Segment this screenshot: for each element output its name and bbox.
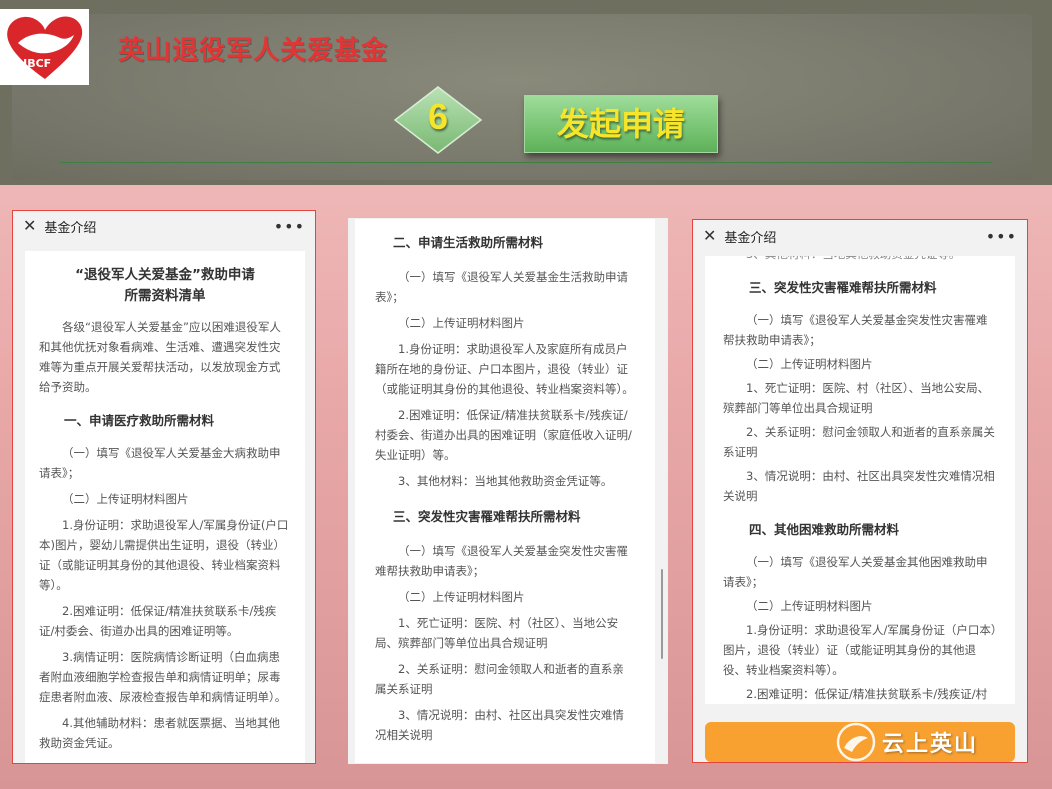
section-heading: 三、突发性灾害罹难帮扶所需材料 <box>749 280 937 295</box>
watermark-text: 云上英山 <box>882 731 979 757</box>
more-dots-icon[interactable]: ••• <box>986 227 1017 246</box>
close-icon[interactable]: ✕ <box>703 228 716 244</box>
phone-panel-left: ✕ 基金介绍 ••• “退役军人关爱基金”救助申请 所需资料清单 各级“退役军人… <box>12 210 316 764</box>
phone-panel-middle: 二、申请生活救助所需材料 （一）填写《退役军人关爱基金生活救助申请表》； （二）… <box>348 218 668 764</box>
panel-topbar: ✕ 基金介绍 ••• <box>693 220 1027 252</box>
step-number: 6 <box>427 96 449 137</box>
phone-panel-right: ✕ 基金介绍 ••• 3、其他材料：当地其他救助资金凭证等。 三、突发性灾害罹难… <box>692 219 1028 763</box>
doc-paragraph: 3、其他材料：当地其他救助资金凭证等。 <box>398 474 613 488</box>
doc-paragraph: 2.困难证明：低保证/精准扶贫联系卡/残疾证/村委会、街道办出具的困难证明（家庭… <box>375 408 632 462</box>
document-content: 3、其他材料：当地其他救助资金凭证等。 三、突发性灾害罹难帮扶所需材料 （一）填… <box>705 256 1015 704</box>
doc-paragraph: 1.身份证明：求助退役军人/军属身份证(户口本)图片，婴幼儿需提供出生证明，退役… <box>39 518 289 592</box>
doc-paragraph: 3.病情证明：医院病情诊断证明（白血病患者附血液细胞学检查报告单和病情证明单；尿… <box>39 650 287 704</box>
panel-title: 基金介绍 <box>724 230 777 246</box>
doc-paragraph: （一）填写《退役军人关爱基金突发性灾害罹难帮扶救助申请表》； <box>723 313 988 347</box>
doc-paragraph: 1.身份证明：求助退役军人及家庭所有成员户籍所在地的身份证、户口本图片，退役（转… <box>375 342 634 396</box>
doc-intro: 各级“退役军人关爱基金”应以困难退役军人和其他优抚对象看病难、生活难、遭遇突发性… <box>39 320 281 394</box>
section-heading: 一、申请医疗救助所需材料 <box>64 413 215 428</box>
doc-paragraph: 2、关系证明：慰问金领取人和逝者的直系亲属关系证明 <box>375 662 624 696</box>
doc-paragraph: （二）上传证明材料图片 <box>62 492 189 506</box>
doc-paragraph-partial: 3、其他材料：当地其他救助资金凭证等。 <box>723 256 997 264</box>
doc-paragraph: 4.其他辅助材料：患者就医票据、当地其他救助资金凭证。 <box>39 716 280 750</box>
hbcf-logo: HBCF <box>0 9 89 85</box>
doc-paragraph: 2、关系证明：慰问金领取人和逝者的直系亲属关系证明 <box>723 425 995 459</box>
heart-dove-logo-icon: HBCF <box>7 16 83 79</box>
doc-paragraph: （二）上传证明材料图片 <box>746 599 873 613</box>
doc-paragraph: 1、死亡证明：医院、村（社区）、当地公安局、殡葬部门等单位出具合规证明 <box>375 616 619 650</box>
doc-paragraph: 2.困难证明：低保证/精准扶贫联系卡/残疾证/村委会、街道办出具的困难证明等。 <box>39 604 277 638</box>
more-dots-icon[interactable]: ••• <box>274 217 305 236</box>
org-title: 英山退役军人关爱基金 <box>118 36 389 66</box>
section-heading: 二、申请生活救助所需材料 <box>393 235 544 250</box>
step-badge: 6 <box>392 84 484 156</box>
scrollbar[interactable] <box>661 569 663 659</box>
doc-paragraph: 2.困难证明：低保证/精准扶贫联系卡/残疾证/村委会、街道办出具的困难证明等。 <box>746 687 988 701</box>
panel-topbar: ✕ 基金介绍 ••• <box>13 211 315 241</box>
doc-paragraph: （二）上传证明材料图片 <box>746 357 873 371</box>
doc-paragraph: 1.身份证明：求助退役军人/军属身份证（户口本）图片，退役（转业）证（或能证明其… <box>723 623 997 677</box>
doc-paragraph: （二）上传证明材料图片 <box>398 316 525 330</box>
doc-paragraph: （一）填写《退役军人关爱基金突发性灾害罹难帮扶救助申请表》； <box>375 544 628 578</box>
doc-paragraph: 1、死亡证明：医院、村（社区）、当地公安局、殡葬部门等单位出具合规证明 <box>723 381 990 415</box>
doc-paragraph: 3、情况说明：由村、社区出具突发性灾难情况相关说明 <box>375 708 624 742</box>
panel-title: 基金介绍 <box>44 220 97 236</box>
doc-paragraph: （一）填写《退役军人关爱基金大病救助申请表》； <box>39 446 281 480</box>
logo-text: HBCF <box>18 57 51 70</box>
doc-paragraph: （二）上传证明材料图片 <box>398 590 525 604</box>
document-content: 二、申请生活救助所需材料 （一）填写《退役军人关爱基金生活救助申请表》； （二）… <box>355 219 655 763</box>
header-band: HBCF 英山退役军人关爱基金 6 发起申请 <box>0 0 1052 185</box>
step-title-button[interactable]: 发起申请 <box>524 95 718 153</box>
doc-paragraph: （一）填写《退役军人关爱基金其他困难救助申请表》； <box>723 555 988 589</box>
doc-title-line2: 所需资料清单 <box>124 288 206 304</box>
watermark: 云上英山 <box>836 722 978 762</box>
document-content: “退役军人关爱基金”救助申请 所需资料清单 各级“退役军人关爱基金”应以困难退役… <box>25 251 305 763</box>
section-heading: 三、突发性灾害罹难帮扶所需材料 <box>393 509 581 524</box>
watermark-logo-icon <box>836 722 876 762</box>
doc-title-line1: “退役军人关爱基金”救助申请 <box>75 267 255 283</box>
doc-paragraph: 3、情况说明：由村、社区出具突发性灾难情况相关说明 <box>723 469 995 503</box>
doc-paragraph: （一）填写《退役军人关爱基金生活救助申请表》； <box>375 270 628 304</box>
close-icon[interactable]: ✕ <box>23 218 36 234</box>
header-divider <box>60 162 992 163</box>
section-heading: 四、其他困难救助所需材料 <box>749 522 900 537</box>
